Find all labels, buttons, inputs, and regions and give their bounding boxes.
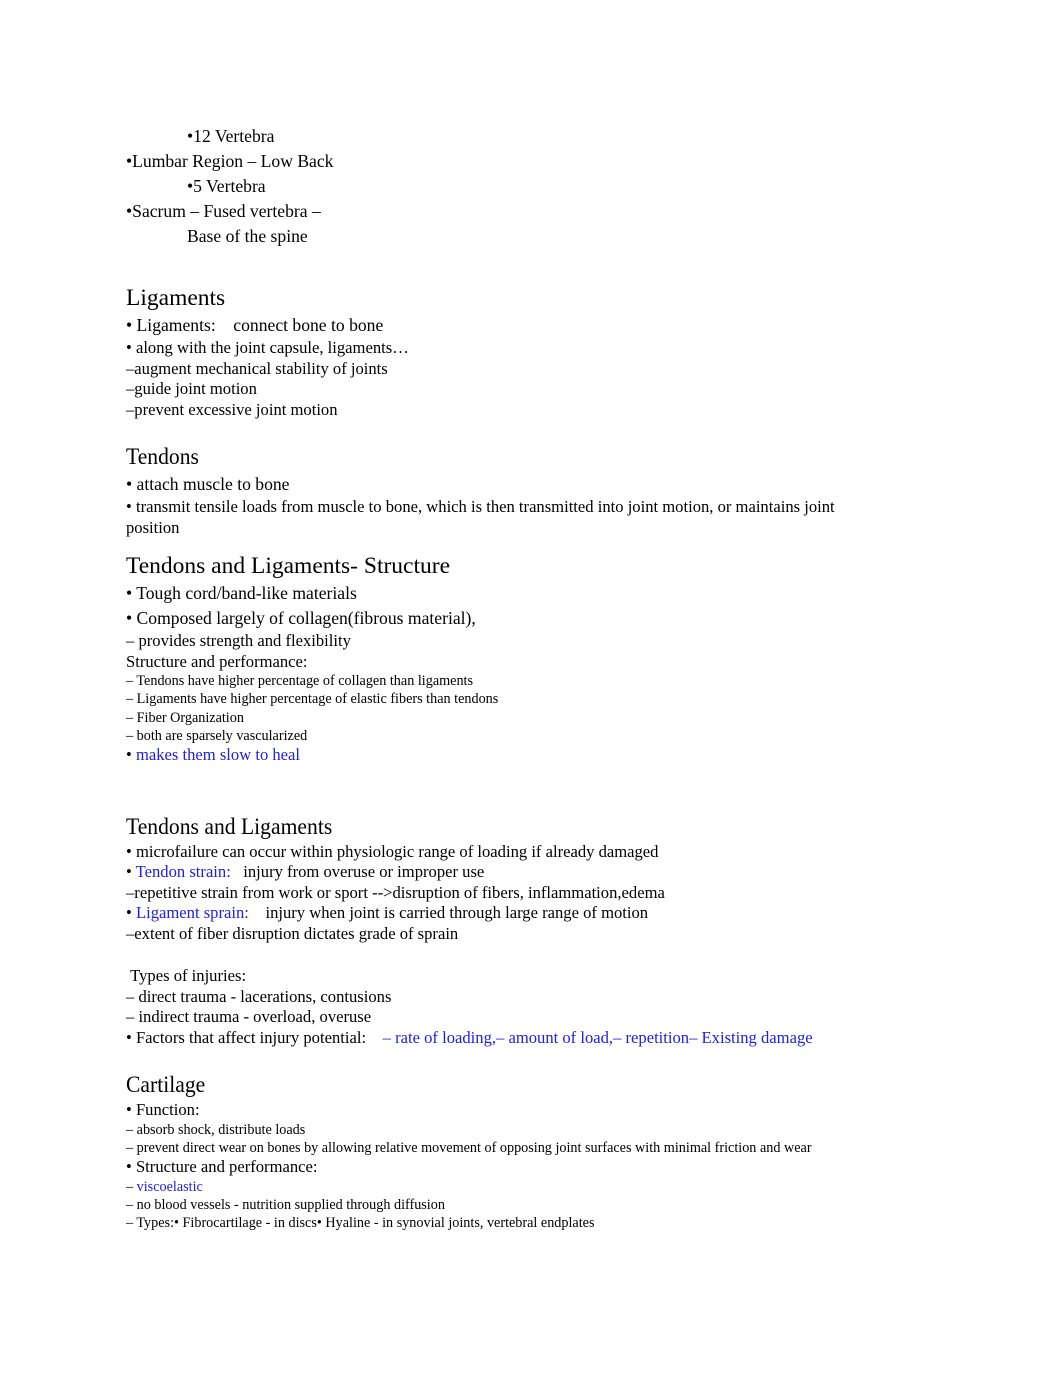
cartilage-line-5: – viscoelastic	[126, 1178, 926, 1196]
heading-tendons-ligaments: Tendons and Ligaments	[126, 813, 333, 840]
ligament-sprain-desc: injury when joint is carried through lar…	[248, 903, 649, 923]
spine-line-12-vertebra: •12 Vertebra	[187, 126, 275, 146]
viscoelastic-text: viscoelastic	[136, 1178, 203, 1195]
injuries-line-1: Types of injuries:	[126, 966, 247, 986]
cartilage-line-7: – Types:• Fibrocartilage - in discs• Hya…	[126, 1215, 595, 1232]
bullet-glyph: •	[126, 745, 136, 765]
cartilage-line-3: – prevent direct wear on bones by allowi…	[126, 1139, 812, 1156]
structure-blue-text: makes them slow to heal	[135, 745, 301, 765]
section-ligaments: Ligaments • Ligaments: connect bone to b…	[126, 283, 926, 420]
ligaments-line-4: –guide joint motion	[126, 379, 257, 398]
dash-glyph: –	[126, 1178, 137, 1195]
injury-factors-label: • Factors that affect injury potential:	[126, 1027, 367, 1047]
tl-line-3: –repetitive strain from work or sport --…	[126, 882, 665, 902]
cartilage-line-6: – no blood vessels - nutrition supplied …	[126, 1197, 445, 1214]
structure-sub-line-2: – Ligaments have higher percentage of el…	[126, 691, 499, 708]
section-cartilage: Cartilage • Function: – absorb shock, di…	[126, 1070, 926, 1232]
structure-sub-line-3: – Fiber Organization	[126, 709, 244, 726]
document-content: •12 Vertebra •Lumbar Region – Low Back •…	[126, 124, 926, 1233]
ligaments-line-5: –prevent excessive joint motion	[126, 399, 338, 419]
tl-line-5: –extent of fiber disruption dictates gra…	[126, 923, 459, 943]
bullet-glyph: •	[126, 862, 136, 882]
heading-ligaments: Ligaments	[126, 285, 226, 311]
bullet-glyph: •	[126, 903, 136, 923]
heading-tendons: Tendons	[126, 444, 199, 470]
document-page: •12 Vertebra •Lumbar Region – Low Back •…	[0, 0, 1062, 1376]
structure-line-3: – provides strength and flexibility	[126, 631, 351, 650]
structure-line-2: • Composed largely of collagen(fibrous m…	[126, 608, 476, 628]
cartilage-line-1: • Function:	[126, 1100, 200, 1120]
structure-line-1: • Tough cord/band-like materials	[126, 583, 357, 603]
injury-factors-list: – rate of loading,– amount of load,– rep…	[366, 1027, 813, 1047]
ligaments-line-1: • Ligaments: connect bone to bone	[126, 315, 384, 335]
injuries-line-4: • Factors that affect injury potential: …	[126, 1028, 868, 1049]
structure-sub-line-4: – both are sparsely vascularized	[126, 727, 308, 744]
structure-line-4: Structure and performance:	[126, 651, 308, 671]
cartilage-line-4: • Structure and performance:	[126, 1157, 318, 1177]
tendon-strain-label: Tendon strain:	[135, 862, 231, 882]
spine-line-sacrum: •Sacrum – Fused vertebra –	[126, 201, 321, 221]
tl-line-1: • microfailure can occur within physiolo…	[126, 841, 659, 861]
spine-line-lumbar-region: •Lumbar Region – Low Back	[126, 151, 334, 171]
section-types-of-injuries: Types of injuries: – direct trauma - lac…	[126, 966, 926, 1048]
spine-line-5-vertebra: •5 Vertebra	[187, 176, 266, 196]
section-tendons-ligaments: Tendons and Ligaments • microfailure can…	[126, 812, 926, 945]
ligaments-line-3: –augment mechanical stability of joints	[126, 358, 388, 378]
tendon-strain-desc: injury from overuse or improper use	[230, 862, 485, 882]
ligament-sprain-label: Ligament sprain:	[135, 903, 249, 923]
spine-line-base-of-spine: Base of the spine	[187, 226, 308, 246]
section-spine-outline: •12 Vertebra •Lumbar Region – Low Back •…	[126, 124, 926, 249]
section-tendons: Tendons • attach muscle to bone • transm…	[126, 442, 926, 538]
tl-line-4: • Ligament sprain: injury when joint is …	[126, 903, 926, 924]
structure-sub-line-1: – Tendons have higher percentage of coll…	[126, 673, 474, 689]
heading-cartilage: Cartilage	[126, 1072, 206, 1099]
ligaments-line-2: • along with the joint capsule, ligament…	[126, 338, 409, 357]
tendons-line-1: • attach muscle to bone	[126, 474, 290, 494]
tl-line-2: • Tendon strain: injury from overuse or …	[126, 862, 926, 883]
structure-blue-bullet-line: • makes them slow to heal	[126, 745, 926, 766]
injuries-line-2: – direct trauma - lacerations, contusion…	[126, 986, 392, 1006]
injuries-line-3: – indirect trauma - overload, overuse	[126, 1007, 372, 1027]
section-tendons-ligaments-structure: Tendons and Ligaments- Structure • Tough…	[126, 551, 926, 766]
tendons-line-2: • transmit tensile loads from muscle to …	[126, 497, 839, 537]
heading-tendons-ligaments-structure: Tendons and Ligaments- Structure	[126, 553, 451, 579]
cartilage-line-2: – absorb shock, distribute loads	[126, 1121, 306, 1138]
